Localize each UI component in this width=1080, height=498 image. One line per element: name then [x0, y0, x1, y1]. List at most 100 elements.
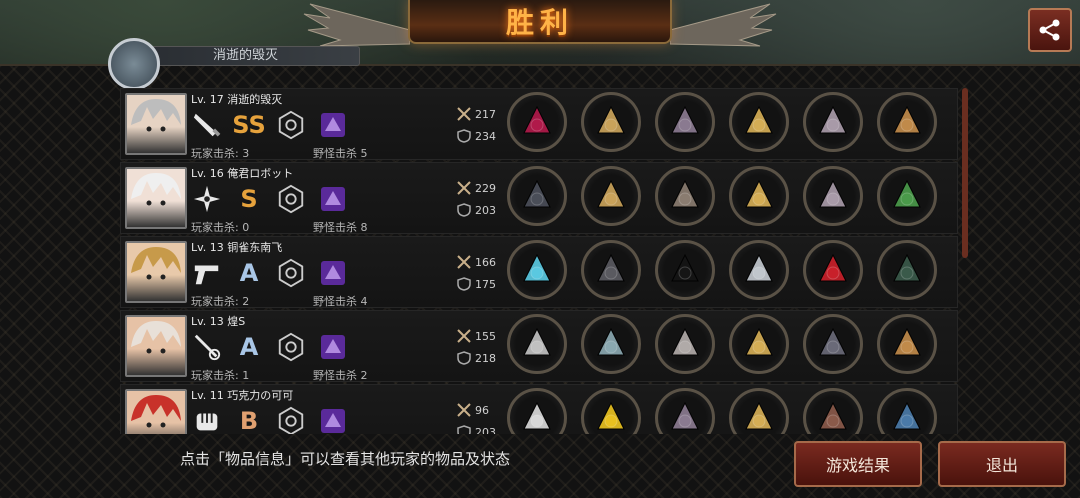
- player-info: Lv. 13 煌S A 玩家击杀: 1 野怪击杀 2: [191, 313, 451, 382]
- equipment-slot[interactable]: [803, 166, 863, 226]
- player-level-name: Lv. 17 消逝的毁灭: [191, 93, 283, 106]
- player-row[interactable]: Lv. 17 消逝的毁灭 SS 玩家击杀: 3 野怪击杀 5 217 234: [120, 88, 958, 160]
- equipment-slot[interactable]: [803, 314, 863, 374]
- player-info: Lv. 11 巧克力の可可 B: [191, 387, 451, 434]
- hexagon-rank-icon: [275, 109, 307, 141]
- attack-value: 155: [475, 329, 496, 343]
- equipment-slot[interactable]: [877, 92, 937, 152]
- attack-swords-icon: [457, 107, 471, 121]
- monster-kills: 野怪击杀 8: [313, 221, 368, 234]
- pistol-icon: [191, 257, 223, 289]
- equipment-slot[interactable]: [877, 240, 937, 300]
- defense-value: 175: [475, 277, 496, 291]
- attack-swords-icon: [457, 403, 471, 417]
- exit-button[interactable]: 退出: [938, 441, 1066, 487]
- portrait-hair-icon: [131, 247, 181, 280]
- player-row[interactable]: Lv. 11 巧克力の可可 B 96 203: [120, 384, 958, 434]
- grade-badge: B: [239, 407, 259, 434]
- equipment-slot[interactable]: [581, 388, 641, 434]
- equipment-slot[interactable]: [581, 166, 641, 226]
- rapier-icon: [191, 331, 223, 363]
- equipment-slot[interactable]: [655, 166, 715, 226]
- knife-icon: [191, 109, 223, 141]
- attack-value: 96: [475, 403, 489, 417]
- player-portrait[interactable]: [125, 167, 187, 229]
- monster-icon: [317, 109, 349, 141]
- equipment-slot[interactable]: [803, 240, 863, 300]
- defense-shield-icon: [457, 129, 471, 143]
- equipment-slot[interactable]: [877, 166, 937, 226]
- equipment-item-icon: [597, 253, 625, 282]
- player-portrait[interactable]: [125, 389, 187, 434]
- player-kills: 玩家击杀: 2: [191, 295, 250, 308]
- equipment-slot[interactable]: [803, 388, 863, 434]
- equipment-slot[interactable]: [729, 166, 789, 226]
- game-result-button[interactable]: 游戏结果: [794, 441, 922, 487]
- equipment-slot[interactable]: [655, 240, 715, 300]
- equipment-item-icon: [745, 179, 773, 208]
- player-portrait[interactable]: [125, 93, 187, 155]
- equipment-item-icon: [523, 105, 551, 134]
- equipment-slot[interactable]: [729, 314, 789, 374]
- portrait-hair-icon: [131, 395, 181, 428]
- equipment-item-icon: [671, 327, 699, 356]
- equipment-slot[interactable]: [729, 240, 789, 300]
- player-level-name: Lv. 16 俺君ロボット: [191, 167, 294, 180]
- tab-title: 消逝的毁灭: [150, 46, 360, 66]
- equipment-slot[interactable]: [655, 314, 715, 374]
- equipment-item-icon: [745, 401, 773, 430]
- share-button[interactable]: [1028, 8, 1072, 52]
- defense-shield-icon: [457, 425, 471, 434]
- monster-kills: 野怪击杀 2: [313, 369, 368, 382]
- equipment-slot[interactable]: [877, 388, 937, 434]
- shuriken-icon: [191, 183, 223, 215]
- monster-icon: [317, 183, 349, 215]
- equipment-slot[interactable]: [581, 314, 641, 374]
- equipment-slot[interactable]: [581, 92, 641, 152]
- equipment-slot[interactable]: [655, 92, 715, 152]
- equipment-slot[interactable]: [729, 92, 789, 152]
- grade-badge: SS: [232, 111, 266, 139]
- hexagon-rank-icon: [275, 257, 307, 289]
- attack-swords-icon: [457, 255, 471, 269]
- defense-value: 203: [475, 203, 496, 217]
- scrollbar[interactable]: [962, 88, 968, 258]
- equipment-item-icon: [671, 253, 699, 282]
- player-row[interactable]: Lv. 13 铜雀东南飞 A 玩家击杀: 2 野怪击杀 4 166 175: [120, 236, 958, 308]
- player-portrait[interactable]: [125, 315, 187, 377]
- equipment-slot[interactable]: [581, 240, 641, 300]
- monster-icon: [317, 331, 349, 363]
- defense-value: 218: [475, 351, 496, 365]
- monster-icon: [317, 257, 349, 289]
- equipment-item-icon: [893, 105, 921, 134]
- equipment-item-icon: [893, 179, 921, 208]
- portrait-hair-icon: [131, 99, 181, 132]
- player-level-name: Lv. 13 铜雀东南飞: [191, 241, 283, 254]
- defense-shield-icon: [457, 351, 471, 365]
- player-row[interactable]: Lv. 13 煌S A 玩家击杀: 1 野怪击杀 2 155 218: [120, 310, 958, 382]
- equipment-slot[interactable]: [507, 240, 567, 300]
- gauntlet-icon: [191, 405, 223, 434]
- grade-badge: A: [239, 333, 259, 361]
- equipment-item-icon: [819, 179, 847, 208]
- attack-value: 229: [475, 181, 496, 195]
- equipment-slot[interactable]: [877, 314, 937, 374]
- equipment-slot[interactable]: [507, 92, 567, 152]
- equipment-slot[interactable]: [507, 314, 567, 374]
- equipment-row: [507, 314, 937, 374]
- equipment-slot[interactable]: [729, 388, 789, 434]
- equipment-slot[interactable]: [507, 388, 567, 434]
- defense-value: 203: [475, 425, 496, 435]
- equipment-item-icon: [819, 327, 847, 356]
- player-level-name: Lv. 13 煌S: [191, 315, 246, 328]
- equipment-slot[interactable]: [803, 92, 863, 152]
- attack-swords-icon: [457, 181, 471, 195]
- equipment-row: [507, 240, 937, 300]
- monster-kills: 野怪击杀 4: [313, 295, 368, 308]
- equipment-slot[interactable]: [507, 166, 567, 226]
- player-row[interactable]: Lv. 16 俺君ロボット S 玩家击杀: 0 野怪击杀 8 229 203: [120, 162, 958, 234]
- equipment-slot[interactable]: [655, 388, 715, 434]
- combat-stats: 166 175: [457, 251, 507, 295]
- player-portrait[interactable]: [125, 241, 187, 303]
- defense-shield-icon: [457, 203, 471, 217]
